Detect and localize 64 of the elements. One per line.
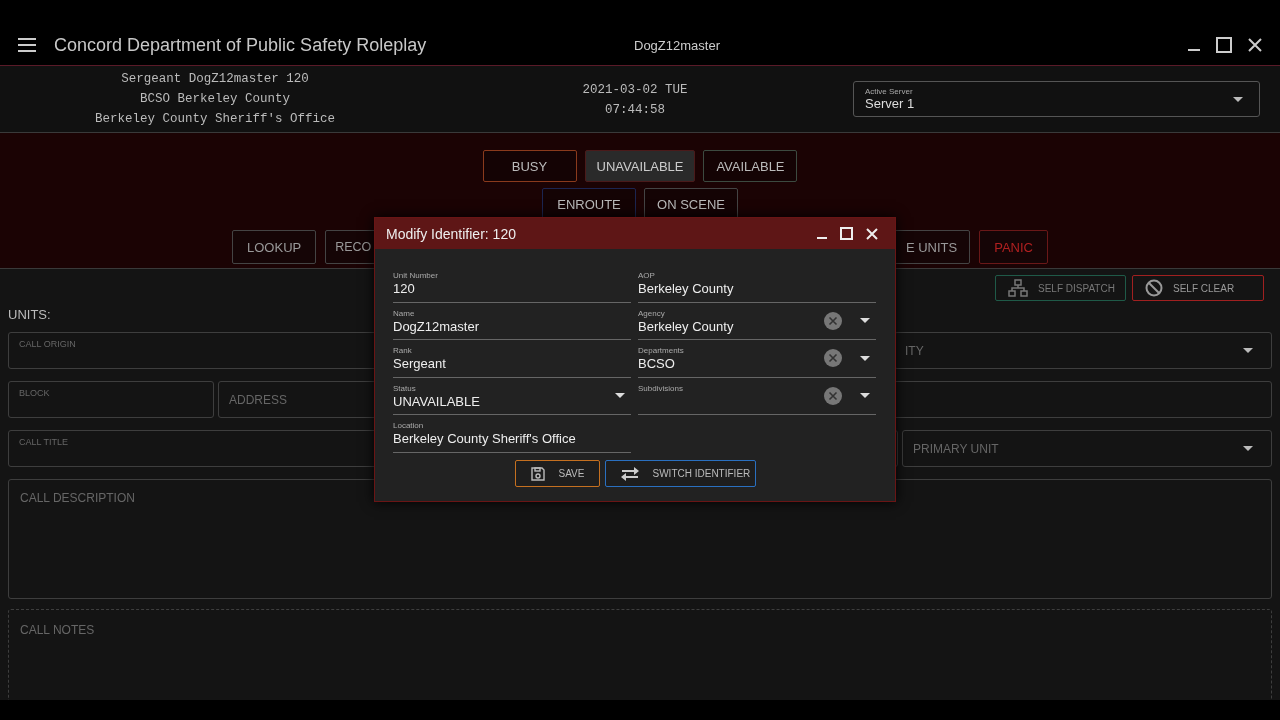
time-label: 07:44:58 — [604, 102, 666, 119]
field-value: Berkeley County Sheriff's Office — [393, 431, 577, 448]
select-field[interactable]: Subdivisions — [638, 377, 876, 415]
clear-icon[interactable] — [824, 386, 842, 405]
text-field[interactable]: Unit Number 120 — [393, 265, 631, 303]
maximize-icon[interactable] — [1216, 37, 1232, 53]
field-value: Berkeley County — [638, 281, 735, 298]
status-button[interactable]: UNAVAILABLE — [584, 150, 696, 182]
menu-icon[interactable] — [18, 38, 36, 52]
text-field[interactable]: Rank Sergeant — [393, 340, 631, 378]
dialog-title: Modify Identifier: 120 — [386, 225, 516, 242]
field-value: BCSO — [638, 356, 676, 373]
field-label: Subdivisions — [638, 383, 684, 394]
officer-info: Sergeant DogZ12master 120 — [120, 71, 310, 88]
network-icon — [1008, 279, 1028, 297]
status-button[interactable]: ENROUTE — [542, 188, 636, 220]
field-value: DogZ12master — [393, 318, 480, 335]
field-label: Departments — [638, 346, 685, 357]
action-button[interactable]: LOOKUP — [232, 230, 317, 264]
username-label: DogZ12master — [634, 37, 720, 53]
text-field[interactable]: Name DogZ12master — [393, 302, 631, 340]
field-value: Berkeley County — [638, 318, 735, 335]
dropdown-caret-icon[interactable] — [860, 318, 870, 324]
field-label: Rank — [393, 346, 413, 357]
close-icon[interactable] — [1248, 38, 1262, 52]
clear-icon[interactable] — [824, 311, 842, 330]
self-dispatch-button[interactable]: SELF DISPATCH — [995, 275, 1126, 301]
ban-icon — [1145, 279, 1163, 297]
units-label: UNITS: — [8, 307, 51, 322]
field-value: Sergeant — [393, 356, 447, 373]
field-value: Server 1 — [865, 96, 915, 111]
text-field[interactable]: Location Berkeley County Sheriff's Office — [393, 415, 631, 453]
dropdown-caret-icon[interactable] — [860, 355, 870, 361]
select-field[interactable]: Status UNAVAILABLE — [393, 377, 631, 415]
self-clear-button[interactable]: SELF CLEAR — [1132, 275, 1264, 301]
field-label: Agency — [638, 308, 666, 319]
date-label: 2021-03-02 TUE — [581, 82, 689, 99]
field-label: Active Server — [865, 87, 914, 96]
text-field[interactable]: AOP Berkeley County — [638, 265, 876, 303]
clear-icon[interactable] — [824, 349, 842, 368]
field-label: Location — [393, 421, 425, 432]
status-button[interactable]: AVAILABLE — [703, 150, 798, 182]
officer-info: Berkeley County Sheriff's Office — [93, 111, 336, 128]
dropdown-caret-icon — [1243, 446, 1253, 451]
status-button[interactable]: ON SCENE — [644, 188, 738, 220]
window-title: Concord Department of Public Safety Roleplay — [54, 34, 427, 56]
status-button[interactable]: BUSY — [482, 150, 577, 182]
save-button[interactable]: SAVE — [514, 460, 600, 487]
switch-identifier-button[interactable]: SWITCH IDENTIFIER — [604, 460, 756, 487]
select-field[interactable]: Departments BCSO — [638, 340, 876, 378]
field-label: Name — [393, 308, 416, 319]
dropdown-caret-icon — [1233, 96, 1243, 102]
field-label: Status — [393, 383, 417, 394]
officer-info: BCSO Berkeley County — [139, 91, 291, 108]
field-value: 120 — [393, 281, 416, 298]
dropdown-caret-icon[interactable] — [860, 393, 870, 399]
server-select[interactable]: Active Server Server 1 — [853, 81, 1260, 117]
select-field[interactable]: Agency Berkeley County — [638, 302, 876, 340]
dropdown-caret-icon[interactable] — [615, 393, 625, 399]
field-label: Unit Number — [393, 271, 439, 282]
field-label: AOP — [638, 271, 656, 282]
field-value: UNAVAILABLE — [393, 393, 481, 410]
dropdown-caret-icon — [1243, 348, 1253, 353]
swap-arrows-icon — [620, 466, 639, 481]
